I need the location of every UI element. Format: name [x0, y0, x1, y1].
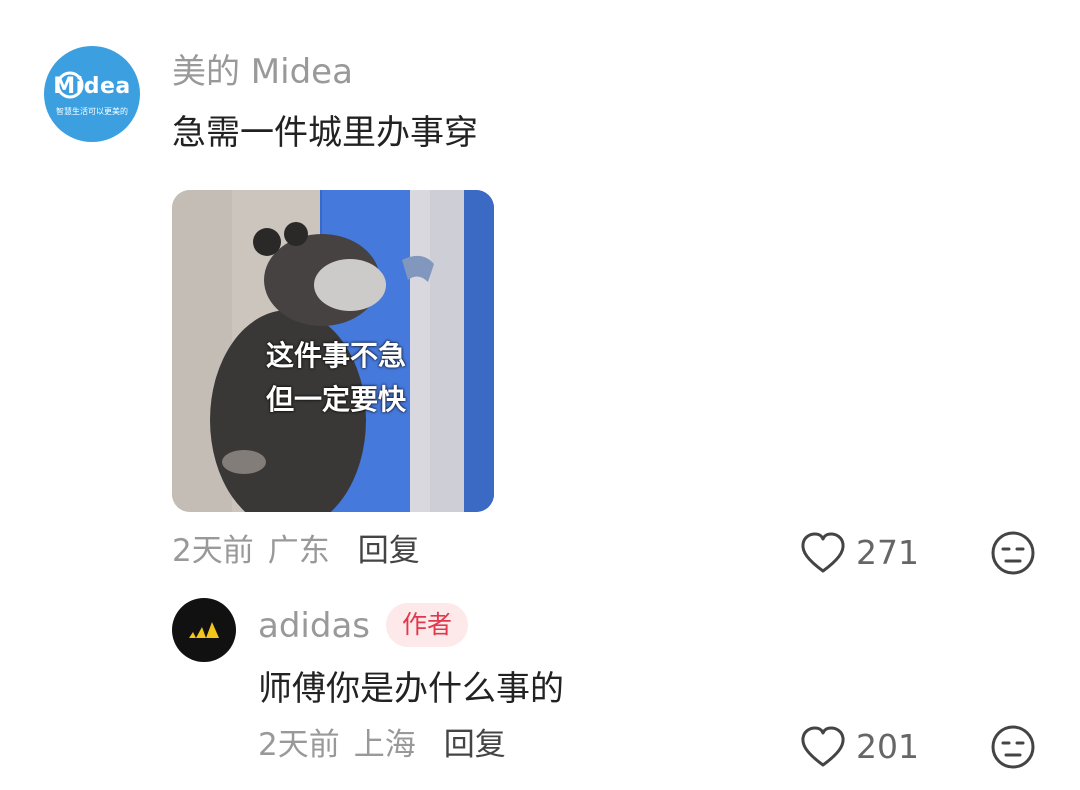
comment-time: 2天前: [172, 533, 254, 569]
avatar[interactable]: Midea 智慧生活可以更美的: [44, 46, 140, 142]
sticker-caption-line2: 但一定要快: [265, 383, 406, 416]
dislike-face-icon: [991, 725, 1035, 769]
reply-text: 师傅你是办什么事的: [258, 669, 564, 709]
heart-outline-icon: [801, 726, 845, 767]
reply-like-button[interactable]: 201: [800, 723, 919, 771]
comment-sticker-image[interactable]: 这件事不急 但一定要快: [172, 190, 494, 512]
dislike-face-icon: [991, 531, 1035, 575]
reply-location: 上海: [353, 727, 416, 763]
brand-slogan: 智慧生活可以更美的: [56, 107, 128, 116]
reply-button[interactable]: 回复: [358, 533, 420, 569]
reply-meta: 2天前 上海 回复: [258, 725, 506, 765]
comment-location: 广东: [267, 533, 330, 569]
author-badge: 作者: [386, 603, 469, 647]
reply-reply-button[interactable]: 回复: [444, 727, 506, 763]
comment-username[interactable]: 美的 Midea: [172, 52, 353, 92]
sticker-caption-line1: 这件事不急: [265, 339, 406, 372]
reply-time: 2天前: [258, 727, 340, 763]
like-button[interactable]: 271: [800, 529, 919, 577]
reply-like-count: 201: [856, 727, 919, 766]
brand-logo-text: Midea: [53, 74, 131, 99]
dislike-button[interactable]: [989, 529, 1037, 577]
comment-text: 急需一件城里办事穿: [172, 113, 478, 153]
adidas-logo-icon: [189, 622, 219, 638]
comment-meta: 2天前 广东 回复: [172, 531, 420, 571]
reply-avatar[interactable]: [172, 598, 236, 662]
heart-outline-icon: [801, 532, 845, 573]
reply-username[interactable]: adidas: [258, 606, 370, 646]
reply-dislike-button[interactable]: [989, 723, 1037, 771]
like-count: 271: [856, 533, 919, 572]
